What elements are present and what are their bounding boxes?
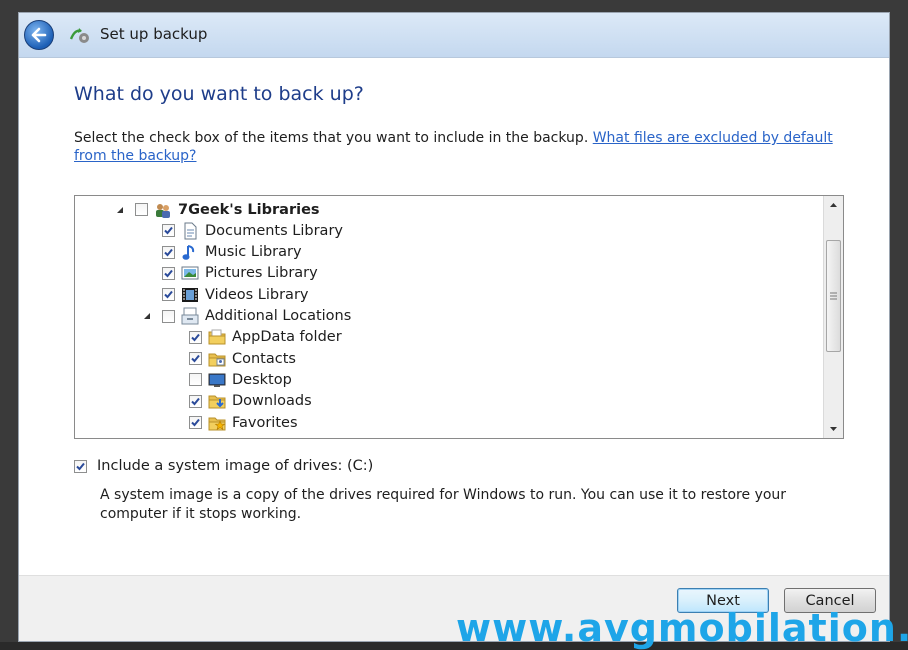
system-image-description: A system image is a copy of the drives r… (100, 487, 787, 522)
tree-item-checkbox[interactable] (189, 373, 202, 387)
page-heading: What do you want to back up? (74, 83, 364, 105)
tree-item[interactable]: Music Library (142, 242, 302, 263)
tree-item-label: Music Library (205, 244, 302, 261)
system-image-option[interactable]: Include a system image of drives: (C:) (74, 458, 373, 474)
tree-item[interactable]: AppData folder (169, 327, 342, 348)
tree-item[interactable]: Contacts (169, 348, 296, 369)
window-title: Set up backup (100, 25, 208, 43)
tree-item-checkbox[interactable] (189, 394, 202, 408)
picture-icon (181, 264, 199, 282)
folder-icon (208, 328, 226, 346)
grip-icon (830, 292, 837, 300)
tree-item-checkbox[interactable] (189, 416, 202, 429)
scroll-down-arrow-icon (830, 427, 837, 431)
tree-item[interactable]: 7Geek's Libraries (115, 199, 320, 220)
watermark-text: www.avgmobilation. (456, 606, 908, 650)
tree-item[interactable]: Desktop (169, 369, 292, 390)
tree-item-checkbox[interactable] (135, 203, 148, 216)
instruction-label: Select the check box of the items that y… (74, 130, 593, 146)
tree-item-checkbox[interactable] (162, 266, 175, 280)
tree-item-checkbox[interactable] (162, 245, 175, 259)
scroll-down-button[interactable] (824, 420, 843, 438)
tree-item[interactable]: Pictures Library (142, 263, 318, 284)
expand-arrow-icon[interactable] (115, 205, 125, 215)
instruction-text: Select the check box of the items that y… (74, 129, 834, 165)
tree-item-label: Desktop (232, 371, 292, 388)
tree-item[interactable]: Additional Locations (142, 306, 351, 327)
screenshot-frame: Set up backup What do you want to back u… (0, 0, 908, 648)
favorites-folder-icon (208, 414, 226, 432)
film-strip-icon (181, 286, 199, 304)
backup-icon (69, 28, 89, 43)
tree-item-label: Favorites (232, 414, 298, 431)
scroll-up-arrow-icon (830, 203, 837, 207)
scroll-up-button[interactable] (824, 196, 843, 214)
tree-item[interactable]: Videos Library (142, 284, 309, 305)
tree-item[interactable]: Favorites (169, 412, 298, 433)
music-note-icon (181, 243, 199, 261)
tree-item[interactable]: Documents Library (142, 220, 343, 241)
tree-item-label: Contacts (232, 350, 296, 367)
tree-item-checkbox[interactable] (162, 224, 175, 238)
setup-backup-window: Set up backup What do you want to back u… (18, 12, 890, 642)
backup-items-tree[interactable]: Favorites Downloads Desktop Contacts AppData… (74, 195, 844, 439)
title-bar: Set up backup (19, 13, 889, 58)
vertical-scrollbar[interactable] (823, 196, 843, 438)
tree-item-checkbox[interactable] (162, 288, 175, 302)
tree-item-label: Additional Locations (205, 308, 352, 324)
tree-item-label: Downloads (232, 393, 312, 410)
document-icon (181, 222, 199, 240)
tree-item-checkbox[interactable] (189, 330, 202, 344)
system-image-checkbox[interactable] (74, 459, 87, 473)
tree-item-checkbox[interactable] (162, 309, 175, 323)
system-image-label: Include a system image of drives: (C:) (97, 458, 374, 474)
users-libraries-icon (154, 201, 172, 219)
tree-item-label: Pictures Library (205, 265, 318, 282)
tree-item-label: Videos Library (205, 286, 309, 303)
tree-item-checkbox[interactable] (189, 352, 202, 366)
tree-item[interactable]: Downloads (169, 391, 312, 412)
tree-item-label: AppData folder (232, 329, 342, 346)
downloads-folder-icon (208, 392, 226, 410)
expand-arrow-icon[interactable] (142, 311, 152, 321)
back-button[interactable] (24, 20, 54, 50)
scroll-thumb[interactable] (826, 240, 841, 352)
locations-icon (181, 307, 199, 325)
contacts-folder-icon (208, 350, 226, 368)
tree-item-label: Documents Library (205, 222, 343, 239)
desktop-icon (208, 371, 226, 389)
back-arrow-icon (31, 27, 47, 43)
tree-item-label: 7Geek's Libraries (178, 201, 320, 218)
